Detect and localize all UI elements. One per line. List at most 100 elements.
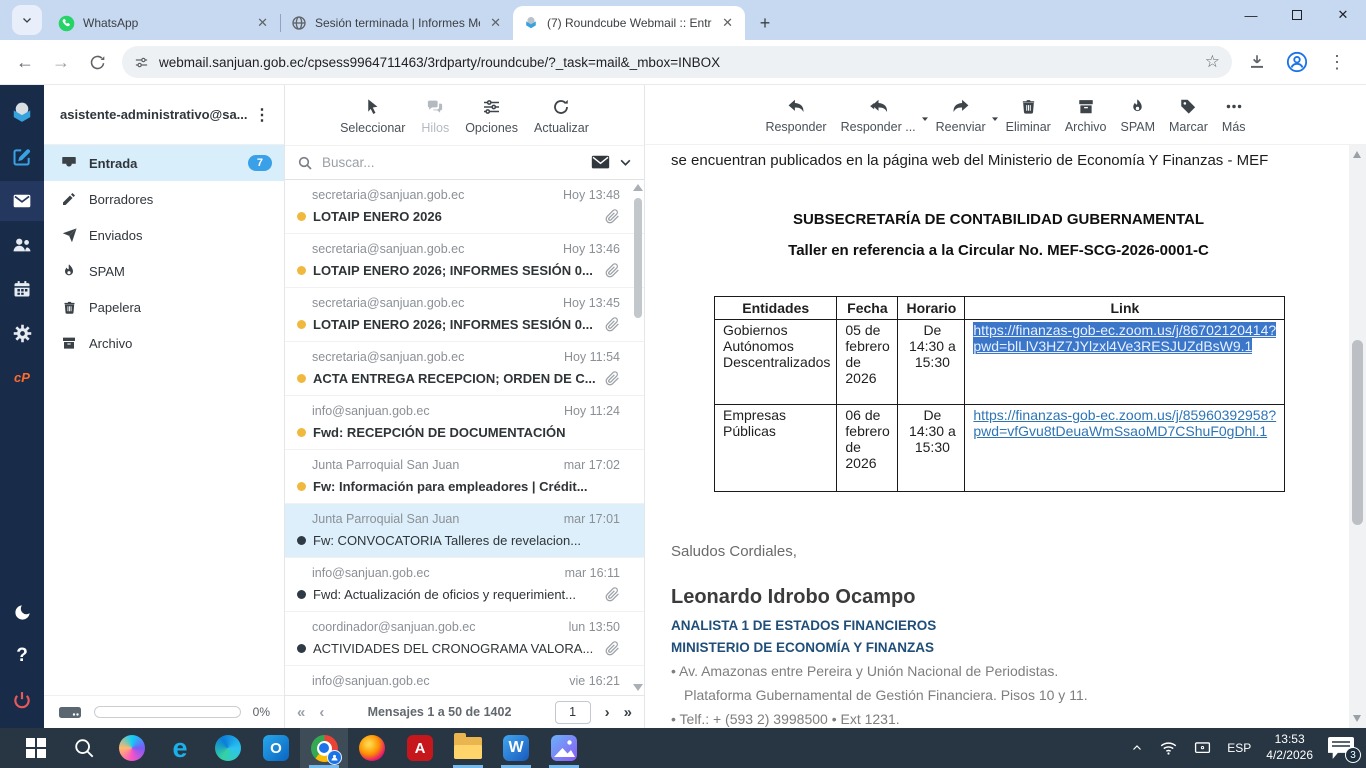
taskbar-edge[interactable]	[204, 728, 252, 768]
profile-button[interactable]	[1280, 45, 1314, 79]
flame-icon	[60, 262, 78, 280]
tab-whatsapp[interactable]: WhatsApp ✕	[48, 6, 280, 40]
forward-dropdown-icon[interactable]	[990, 115, 1000, 123]
mail-section-button[interactable]	[0, 181, 44, 221]
folder-trash[interactable]: Papelera	[44, 289, 284, 325]
downloads-button[interactable]	[1240, 45, 1274, 79]
tab-close-icon[interactable]: ✕	[720, 15, 735, 31]
message-row[interactable]: secretaria@sanjuan.gob.ecHoy 13:46 LOTAI…	[285, 234, 644, 288]
taskbar-file-explorer[interactable]	[444, 728, 492, 768]
message-row[interactable]: info@sanjuan.gob.ecmar 16:11 Fwd: Actual…	[285, 558, 644, 612]
taskbar-photos[interactable]	[540, 728, 588, 768]
scroll-up-arrow[interactable]	[1353, 151, 1361, 158]
taskbar-clock[interactable]: 13:53 4/2/2026	[1266, 732, 1313, 763]
first-page-button[interactable]: «	[297, 704, 305, 721]
start-button[interactable]	[12, 728, 60, 768]
reload-button[interactable]	[80, 45, 114, 79]
search-scope-mail-icon[interactable]	[591, 155, 610, 170]
message-row[interactable]: coordinador@sanjuan.gob.eclun 13:50 ACTI…	[285, 612, 644, 666]
scrollbar-thumb[interactable]	[1352, 340, 1363, 525]
taskbar-internet-explorer[interactable]: e	[156, 728, 204, 768]
message-row[interactable]: secretaria@sanjuan.gob.ecHoy 11:54 ACTA …	[285, 342, 644, 396]
account-menu-button[interactable]: ⋮	[248, 105, 276, 125]
archive-button[interactable]: Archivo	[1065, 95, 1107, 134]
taskbar-copilot[interactable]	[108, 728, 156, 768]
scroll-up-arrow[interactable]	[633, 184, 643, 191]
language-indicator[interactable]: ESP	[1227, 741, 1251, 755]
tray-chevron-up-icon[interactable]	[1130, 742, 1144, 754]
taskbar-firefox[interactable]	[348, 728, 396, 768]
search-bar[interactable]: Buscar...	[285, 145, 644, 180]
more-button[interactable]: Más	[1222, 95, 1246, 134]
select-button[interactable]: Seleccionar	[340, 96, 405, 135]
url-text[interactable]: webmail.sanjuan.gob.ec/cpsess9964711463/…	[159, 55, 1195, 70]
window-maximize-button[interactable]	[1274, 0, 1320, 30]
reply-all-dropdown-icon[interactable]	[920, 115, 930, 123]
options-button[interactable]: Opciones	[465, 96, 518, 135]
signature-address-2: Plataforma Gubernamental de Gestión Fina…	[671, 687, 1326, 703]
folder-sent[interactable]: Enviados	[44, 217, 284, 253]
new-tab-button[interactable]: +	[751, 9, 779, 37]
wireless-display-icon[interactable]	[1193, 740, 1212, 756]
message-row[interactable]: secretaria@sanjuan.gob.ecHoy 13:48 LOTAI…	[285, 180, 644, 234]
bookmark-star-icon[interactable]: ☆	[1205, 52, 1220, 72]
tab-search-button[interactable]	[12, 5, 42, 35]
cpanel-link[interactable]: cP	[0, 357, 44, 397]
message-row[interactable]: info@sanjuan.gob.ecvie 16:21	[285, 666, 644, 695]
taskbar-search-button[interactable]	[60, 728, 108, 768]
tab-informes[interactable]: Sesión terminada | Informes Me ✕	[281, 6, 513, 40]
last-page-button[interactable]: »	[624, 704, 632, 721]
reply-all-button[interactable]: Responder ...	[841, 95, 916, 134]
forward-button[interactable]: Reenviar	[936, 95, 986, 134]
tab-roundcube-active[interactable]: (7) Roundcube Webmail :: Entra ✕	[513, 6, 745, 40]
scroll-down-arrow[interactable]	[1353, 715, 1361, 722]
reading-pane-scrollbar[interactable]	[1349, 145, 1366, 728]
logout-button[interactable]	[0, 680, 44, 720]
back-button[interactable]: ←	[8, 45, 42, 79]
reading-pane: Responder Responder ... Reenviar Elimina…	[645, 85, 1366, 728]
tab-close-icon[interactable]: ✕	[255, 15, 270, 31]
omnibox[interactable]: webmail.sanjuan.gob.ec/cpsess9964711463/…	[122, 46, 1232, 78]
message-row-selected[interactable]: Junta Parroquial San Juanmar 17:01 Fw: C…	[285, 504, 644, 558]
help-button[interactable]: ?	[0, 636, 44, 676]
taskbar-word[interactable]: W	[492, 728, 540, 768]
message-row[interactable]: info@sanjuan.gob.ecHoy 11:24 Fwd: RECEPC…	[285, 396, 644, 450]
settings-button[interactable]	[0, 313, 44, 353]
page-number-input[interactable]: 1	[555, 701, 591, 724]
taskbar-outlook[interactable]: O	[252, 728, 300, 768]
message-row[interactable]: Junta Parroquial San Juanmar 17:02 Fw: I…	[285, 450, 644, 504]
window-close-button[interactable]: ✕	[1320, 0, 1366, 30]
taskbar-chrome-active[interactable]	[300, 728, 348, 768]
wifi-icon[interactable]	[1159, 740, 1178, 756]
tab-close-icon[interactable]: ✕	[488, 15, 503, 31]
taskbar-acrobat[interactable]: A	[396, 728, 444, 768]
compose-button[interactable]	[0, 137, 44, 177]
search-options-chevron-icon[interactable]	[619, 156, 632, 169]
zoom-link[interactable]: https://finanzas-gob-ec.zoom.us/j/859603…	[973, 407, 1276, 439]
dark-mode-button[interactable]	[0, 592, 44, 632]
notification-center-button[interactable]: 3	[1328, 737, 1354, 759]
message-row[interactable]: secretaria@sanjuan.gob.ecHoy 13:45 LOTAI…	[285, 288, 644, 342]
delete-button[interactable]: Eliminar	[1006, 95, 1051, 134]
folder-archive[interactable]: Archivo	[44, 325, 284, 361]
mark-button[interactable]: Marcar	[1169, 95, 1208, 134]
list-scrollbar[interactable]	[633, 182, 643, 693]
search-input[interactable]: Buscar...	[322, 155, 582, 170]
browser-menu-button[interactable]: ⋮	[1320, 45, 1354, 79]
list-scrollbar-thumb[interactable]	[634, 198, 642, 318]
forward-button[interactable]: →	[44, 45, 78, 79]
window-minimize-button[interactable]: —	[1228, 0, 1274, 30]
scroll-down-arrow[interactable]	[633, 684, 643, 691]
reply-button[interactable]: Responder	[765, 95, 826, 134]
next-page-button[interactable]: ›	[605, 704, 610, 721]
prev-page-button[interactable]: ‹	[319, 704, 324, 721]
spam-button[interactable]: SPAM	[1121, 95, 1156, 134]
folder-drafts[interactable]: Borradores	[44, 181, 284, 217]
folder-spam[interactable]: SPAM	[44, 253, 284, 289]
calendar-button[interactable]	[0, 269, 44, 309]
refresh-button[interactable]: Actualizar	[534, 96, 589, 135]
folder-inbox[interactable]: Entrada 7	[44, 145, 284, 181]
threads-button[interactable]: Hilos	[421, 96, 449, 135]
contacts-button[interactable]	[0, 225, 44, 265]
zoom-link-selected[interactable]: https://finanzas-gob-ec.zoom.us/j/867021…	[973, 322, 1276, 354]
